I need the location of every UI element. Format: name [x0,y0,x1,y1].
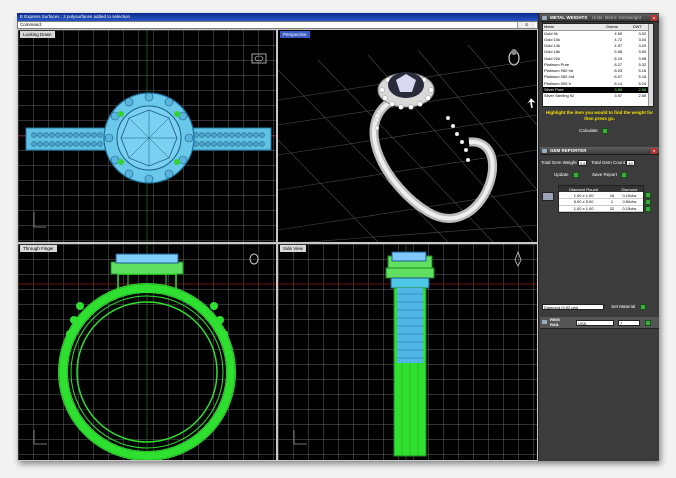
total-gem-count-label: Total Gem Count [591,160,625,165]
diamond-icon [542,192,554,201]
viewport-title: Looking Down [20,31,55,38]
save-report-button[interactable] [621,171,628,178]
viewport-perspective[interactable]: Perspective [278,30,537,242]
close-icon[interactable]: × [651,148,657,154]
perspective-ring-render [278,44,537,242]
gem-totals-row: Total Gem Weight 0.8 Total Gem Count 49 [541,159,636,166]
metal-weights-header[interactable]: METAL WEIGHTS Units: Metric Gemweight × [540,14,659,22]
total-gem-count-field[interactable]: 49 [626,159,636,166]
gem-row-select-button[interactable] [645,199,651,205]
weight-hint-text: Highlight the item you would to find the… [545,110,654,121]
command-dropdown[interactable]: 4 [517,22,535,28]
viewport-title: Perspective [280,31,310,38]
table-scrollbar[interactable] [648,24,653,106]
command-label: Command: [20,22,43,27]
calculate-row: Calculate [579,127,609,134]
total-gem-weight-field[interactable]: 0.8 [577,159,587,166]
viewport-through-finger[interactable]: Through Finger [18,244,276,460]
viewport-area: Looking Down Perspective Through Finger … [17,29,538,461]
country-dropdown[interactable]: USA [576,320,614,326]
table-row[interactable]: Silver Sterling 92 3.97 2.55 [543,93,653,99]
side-panel: METAL WEIGHTS Units: Metric Gemweight × … [538,13,659,461]
cad-window: E Express Surfaces : 2 polysurfaces adde… [17,13,659,461]
table-row[interactable]: 1.00 x 1.00 32 0.15ctw [559,205,643,212]
viewport-looking-down[interactable]: Looking Down [18,30,276,242]
metal-weights-title: METAL WEIGHTS [550,15,588,20]
viewport-title: Side View [280,245,306,252]
gem-row-select-button[interactable] [645,192,651,198]
table-cell: 1.00 x 1.00 [559,205,609,212]
material-dropdown[interactable]: Diamond (3.52 g/g) [542,303,604,310]
set-material-label: Set Material [611,304,636,309]
gem-reporter-header[interactable]: GEM REPORTER × [540,147,659,155]
gem-report-table[interactable]: Diamond Round Diamond 1.00 x 1.00 16 0.10c… [558,185,644,213]
set-material-button[interactable] [639,303,646,310]
table-cell: 3.97 [614,93,623,99]
gem-row-select-button[interactable] [645,206,651,212]
table-cell: 32 [608,205,616,212]
table-cell: 0.15ctw [615,205,643,212]
panel-icon [542,149,547,153]
apply-ring-size-button[interactable] [645,320,651,326]
update-label: Update [554,172,569,177]
total-gem-weight-label: Total Gem Weight [541,160,577,165]
front-view-ring-render [18,244,276,460]
gem-reporter-title: GEM REPORTER [550,148,587,153]
panel-icon [542,16,547,20]
save-report-label: Save Report [592,172,618,177]
command-line[interactable]: Command: 4 [17,21,538,29]
ring-rail-label: RING RAIL [550,317,560,327]
gem-actions-row: Update Save Report [554,171,628,178]
table-cell: Silver Sterling 92 [544,93,575,99]
ring-size-dropdown[interactable]: 7 [618,320,640,326]
ring-rail-bar: RING RAIL USA 7 [540,317,659,329]
metal-weights-table[interactable]: Metal Grams DWT Gold 9k 4.69 3.02 Gold 10k 4… [542,23,654,107]
calculate-label: Calculate [579,128,598,133]
panel-icon [542,320,547,324]
units-tab[interactable]: Units: Metric Gemweight [592,14,641,22]
top-view-ring-render [18,30,276,242]
close-icon[interactable]: × [651,15,657,21]
calculate-button[interactable] [602,127,609,134]
viewport-title: Through Finger [20,245,57,252]
update-button[interactable] [572,171,579,178]
side-view-ring-render [278,244,537,460]
viewport-side-view[interactable]: Side View [278,244,537,460]
material-row: Diamond (3.52 g/g) Set Material [542,303,646,310]
window-title: E Express Surfaces : 2 polysurfaces adde… [17,13,538,21]
